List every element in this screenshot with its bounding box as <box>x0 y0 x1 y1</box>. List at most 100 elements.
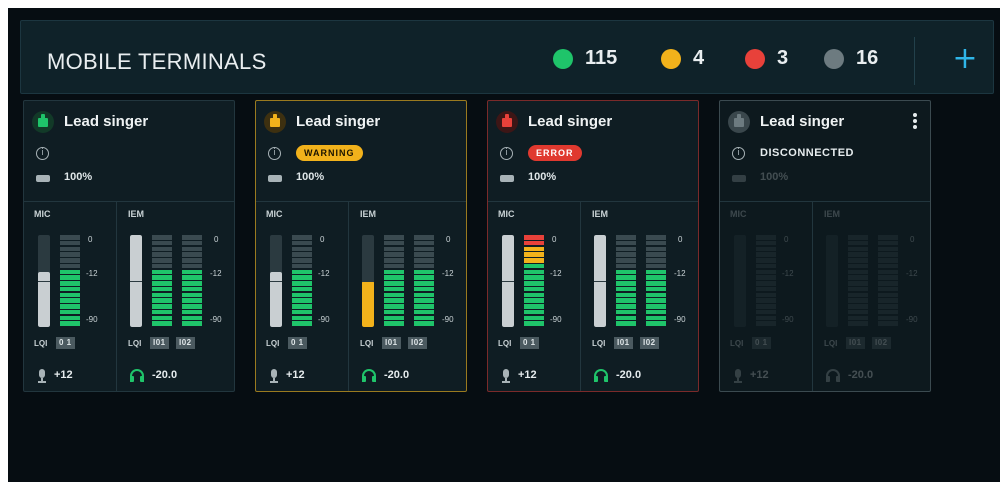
status-error-count: 3 <box>777 47 789 69</box>
mic-label: MIC <box>266 209 283 219</box>
info-icon[interactable]: i <box>732 147 745 160</box>
mic-label: MIC <box>730 209 747 219</box>
header-divider <box>914 37 915 85</box>
terminal-card[interactable]: Lead singer i 100% MIC 0 -12 -90 LQI 0 1… <box>23 100 235 392</box>
lqi-label: LQI <box>592 339 606 348</box>
status-warning-count: 4 <box>693 47 705 69</box>
microphone-icon <box>732 369 744 383</box>
terminal-card[interactable]: Lead singer i ERROR 100% MIC 0 -12 -90 L… <box>487 100 699 392</box>
microphone-icon <box>268 369 280 383</box>
status-warning-dot <box>661 48 681 69</box>
add-terminal-button[interactable]: + <box>945 41 985 77</box>
battery-icon <box>36 175 50 182</box>
battery-level: 100% <box>64 171 93 183</box>
mic-level-meter <box>524 235 544 327</box>
scale-label: 0 <box>88 235 93 244</box>
iem-fader[interactable] <box>594 235 606 327</box>
lqi-label: LQI <box>824 339 838 348</box>
scale-label: -12 <box>210 269 222 278</box>
iem-level-meter-2 <box>414 235 434 327</box>
lqi-chip: I02 <box>640 337 659 349</box>
scale-label: 0 <box>214 235 219 244</box>
iem-level-meter-1 <box>384 235 404 327</box>
mic-level-meter <box>292 235 312 327</box>
mic-label: MIC <box>498 209 515 219</box>
iem-level-meter-1 <box>848 235 868 327</box>
info-icon[interactable]: i <box>268 147 281 160</box>
iem-fader[interactable] <box>362 235 374 327</box>
iem-level-value: -20.0 <box>616 369 642 381</box>
scale-label: -90 <box>86 315 98 324</box>
status-error[interactable]: 3 <box>745 47 788 70</box>
scale-label: -90 <box>550 315 562 324</box>
card-title: Lead singer <box>760 113 845 130</box>
card-header: Lead singer i WARNING 100% <box>256 101 466 201</box>
mic-level-meter <box>756 235 776 327</box>
status-ok-count: 115 <box>585 47 618 69</box>
scale-label: -12 <box>318 269 330 278</box>
iem-level-value: -20.0 <box>848 369 874 381</box>
microphone-icon <box>500 369 512 383</box>
scale-label: -90 <box>210 315 222 324</box>
scale-label: -90 <box>674 315 686 324</box>
headphones-icon <box>362 369 376 382</box>
mic-fader[interactable] <box>38 235 50 327</box>
card-title: Lead singer <box>528 113 613 130</box>
mic-fader[interactable] <box>270 235 282 327</box>
mic-level-meter <box>60 235 80 327</box>
card-title: Lead singer <box>64 113 149 130</box>
status-disconnected[interactable]: 16 <box>824 47 878 70</box>
scale-label: -90 <box>906 315 918 324</box>
card-header: Lead singer i 100% <box>24 101 234 201</box>
card-divider <box>256 201 466 202</box>
lqi-label: LQI <box>730 339 744 348</box>
iem-fader[interactable] <box>130 235 142 327</box>
lqi-chip: 0 1 <box>56 337 75 349</box>
terminal-card[interactable]: Lead singer i WARNING 100% MIC 0 -12 -90… <box>255 100 467 392</box>
status-disconnected-count: 16 <box>856 47 879 69</box>
lqi-chip: I01 <box>846 337 865 349</box>
scale-label: 0 <box>446 235 451 244</box>
headphones-icon <box>594 369 608 382</box>
status-badge: ERROR <box>528 145 582 161</box>
lqi-chip: 0 1 <box>288 337 307 349</box>
iem-label: IEM <box>360 209 377 219</box>
iem-fader[interactable] <box>826 235 838 327</box>
iem-level-meter-2 <box>182 235 202 327</box>
scale-label: -90 <box>442 315 454 324</box>
scale-label: -90 <box>318 315 330 324</box>
lqi-label: LQI <box>128 339 142 348</box>
status-warning[interactable]: 4 <box>661 47 704 70</box>
mic-fader[interactable] <box>502 235 514 327</box>
info-icon[interactable]: i <box>36 147 49 160</box>
iem-level-value: -20.0 <box>384 369 410 381</box>
scale-label: -12 <box>906 269 918 278</box>
scale-label: -12 <box>550 269 562 278</box>
battery-icon <box>268 175 282 182</box>
iem-label: IEM <box>592 209 609 219</box>
column-divider <box>580 201 581 391</box>
device-icon <box>264 111 286 133</box>
more-options-button[interactable] <box>908 109 922 131</box>
scale-label: -12 <box>86 269 98 278</box>
device-icon <box>728 111 750 133</box>
status-disconnected-dot <box>824 48 844 69</box>
column-divider <box>812 201 813 391</box>
battery-icon <box>732 175 746 182</box>
scale-label: 0 <box>552 235 557 244</box>
headphones-icon <box>826 369 840 382</box>
status-ok[interactable]: 115 <box>553 47 617 70</box>
info-icon[interactable]: i <box>500 147 513 160</box>
terminal-card[interactable]: Lead singer i DISCONNECTED 100% MIC 0 -1… <box>719 100 931 392</box>
mic-fader[interactable] <box>734 235 746 327</box>
scale-label: -90 <box>782 315 794 324</box>
card-title: Lead singer <box>296 113 381 130</box>
mic-gain-value: +12 <box>54 369 73 381</box>
card-divider <box>488 201 698 202</box>
column-divider <box>116 201 117 391</box>
battery-level: 100% <box>528 171 557 183</box>
headphones-icon <box>130 369 144 382</box>
scale-label: 0 <box>678 235 683 244</box>
battery-icon <box>500 175 514 182</box>
lqi-chip: I02 <box>176 337 195 349</box>
